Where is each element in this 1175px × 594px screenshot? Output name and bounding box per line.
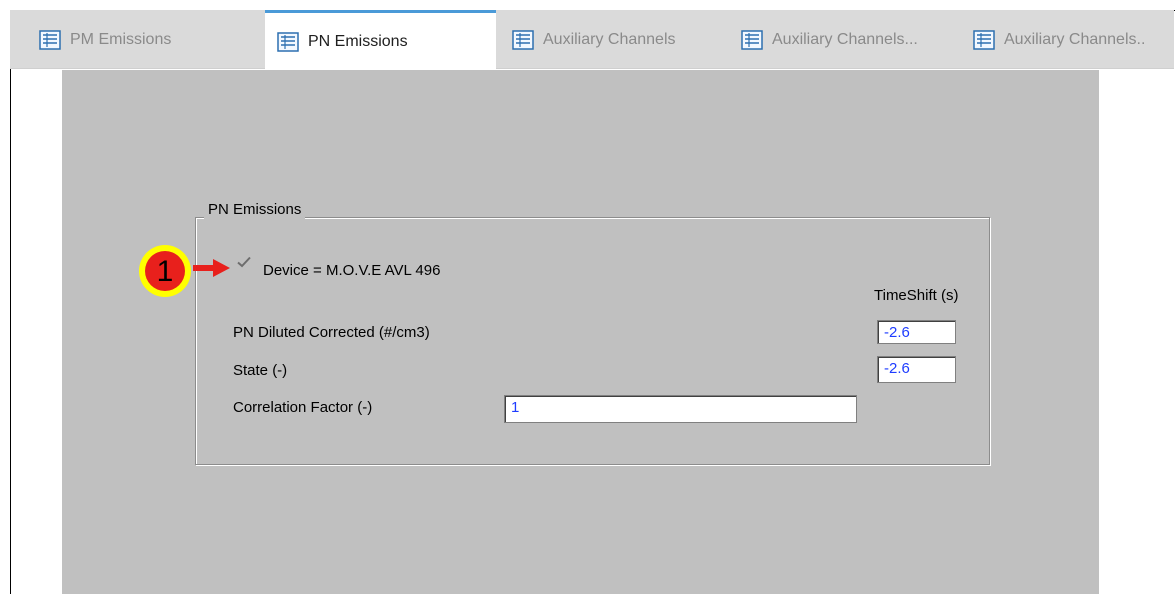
table-icon xyxy=(973,29,995,50)
callout-number: 1 xyxy=(157,255,174,288)
timeshift-header: TimeShift (s) xyxy=(874,287,959,304)
tab-label: PM Emissions xyxy=(70,30,172,48)
state-timeshift-input[interactable]: -2.6 xyxy=(877,356,956,383)
table-icon xyxy=(512,29,534,50)
device-label: Device = M.O.V.E AVL 496 xyxy=(263,262,441,279)
tab-auxiliary-channels-3[interactable]: Auxiliary Channels.. xyxy=(973,10,1174,69)
pn-diluted-timeshift-input[interactable]: -2.6 xyxy=(877,320,956,344)
tab-bar: PM Emissions PN Emissions Auxiliary Chan… xyxy=(10,10,1174,70)
callout-arrow-icon xyxy=(193,259,230,277)
tab-auxiliary-channels-2[interactable]: Auxiliary Channels... xyxy=(741,10,971,69)
tab-label: Auxiliary Channels... xyxy=(772,30,918,48)
tab-label: Auxiliary Channels.. xyxy=(1004,30,1146,48)
groupbox-title: PN Emissions xyxy=(204,200,306,220)
table-icon xyxy=(39,29,61,50)
callout-number-badge: 1 xyxy=(139,245,191,297)
correlation-factor-label: Correlation Factor (-) xyxy=(233,399,373,416)
tab-auxiliary-channels-1[interactable]: Auxiliary Channels xyxy=(512,10,737,69)
tab-pm-emissions[interactable]: PM Emissions xyxy=(39,10,269,69)
correlation-factor-input[interactable]: 1 xyxy=(504,395,857,423)
tab-label: PN Emissions xyxy=(308,32,408,50)
state-label: State (-) xyxy=(233,362,288,379)
tab-label: Auxiliary Channels xyxy=(543,30,676,48)
table-icon xyxy=(741,29,763,50)
tab-pn-emissions[interactable]: PN Emissions xyxy=(265,10,496,70)
table-icon xyxy=(277,31,299,52)
pn-diluted-corrected-label: PN Diluted Corrected (#/cm3) xyxy=(233,324,430,341)
device-checkbox[interactable] xyxy=(234,252,254,272)
